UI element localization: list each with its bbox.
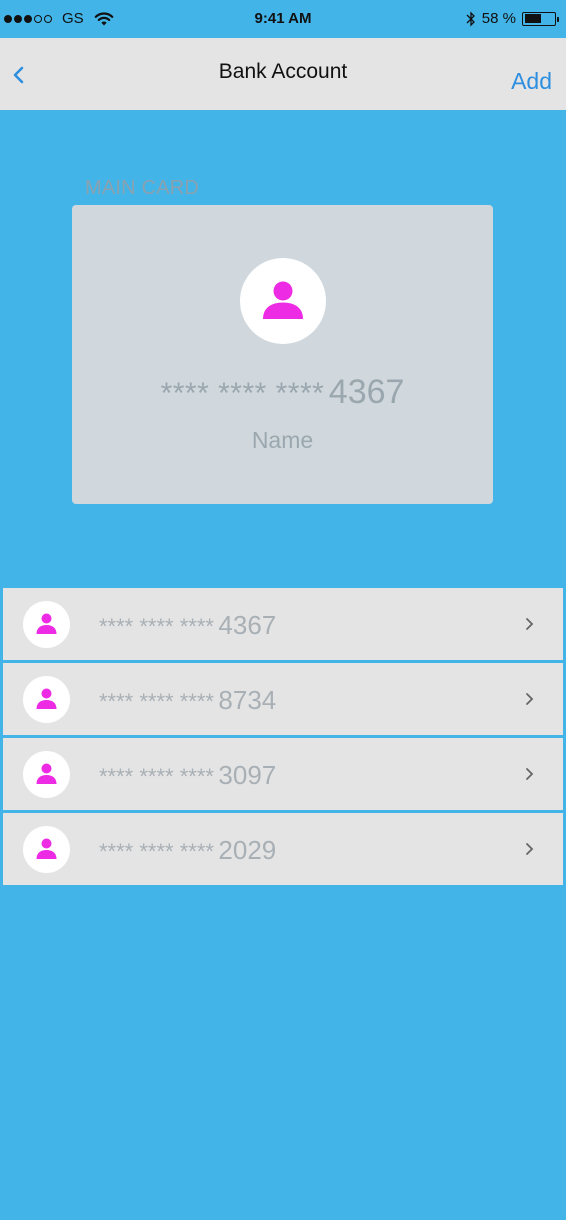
battery-icon [522, 11, 559, 26]
masked-digits: **** **** **** [99, 689, 214, 714]
user-icon [36, 838, 57, 859]
user-icon [36, 688, 57, 709]
avatar [23, 601, 70, 648]
avatar [240, 258, 326, 344]
status-bar: GS 9:41 AM 58 % [0, 0, 566, 38]
card-holder-name: Name [251, 427, 314, 453]
page-title: Bank Account [218, 60, 348, 83]
avatar [23, 751, 70, 798]
chevron-right-icon [526, 618, 534, 630]
screen: GS 9:41 AM 58 % Bank Account Add MAIN CA… [0, 0, 566, 1220]
main-card-number: **** **** **** 4367 [72, 373, 493, 412]
main-card[interactable]: **** **** **** 4367 Name [72, 205, 493, 504]
last-four-digits: 2029 [218, 835, 277, 865]
user-icon [36, 763, 57, 784]
masked-digits: **** **** **** [99, 614, 214, 639]
last-four-digits: 8734 [218, 685, 277, 715]
card-number: **** **** **** 4367 [99, 610, 276, 641]
chevron-right-icon [526, 693, 534, 705]
status-right: 58 % [466, 10, 559, 27]
user-icon [36, 613, 57, 634]
list-item[interactable]: **** **** **** 3097 [3, 738, 563, 810]
battery-percent: 58 % [481, 10, 516, 27]
avatar [23, 826, 70, 873]
list-item[interactable]: **** **** **** 2029 [3, 813, 563, 885]
last-four-digits: 4367 [218, 610, 277, 640]
masked-digits: **** **** **** [160, 377, 325, 410]
chevron-right-icon [526, 768, 534, 780]
main-card-label: MAIN CARD [85, 177, 200, 199]
masked-digits: **** **** **** [99, 839, 214, 864]
masked-digits: **** **** **** [99, 764, 214, 789]
card-number: **** **** **** 3097 [99, 760, 276, 791]
last-four-digits: 4367 [328, 373, 405, 411]
nav-bar: Bank Account Add [0, 38, 566, 110]
list-item[interactable]: **** **** **** 8734 [3, 663, 563, 735]
card-number: **** **** **** 8734 [99, 685, 276, 716]
add-button[interactable]: Add [511, 68, 552, 95]
avatar [23, 676, 70, 723]
user-icon [263, 281, 303, 319]
bluetooth-icon [466, 10, 475, 27]
card-list: **** **** **** 4367 **** **** **** 8734 [3, 588, 563, 888]
battery-level [524, 14, 542, 23]
card-number: **** **** **** 2029 [99, 835, 276, 866]
list-item[interactable]: **** **** **** 4367 [3, 588, 563, 660]
last-four-digits: 3097 [218, 760, 277, 790]
chevron-right-icon [526, 843, 534, 855]
